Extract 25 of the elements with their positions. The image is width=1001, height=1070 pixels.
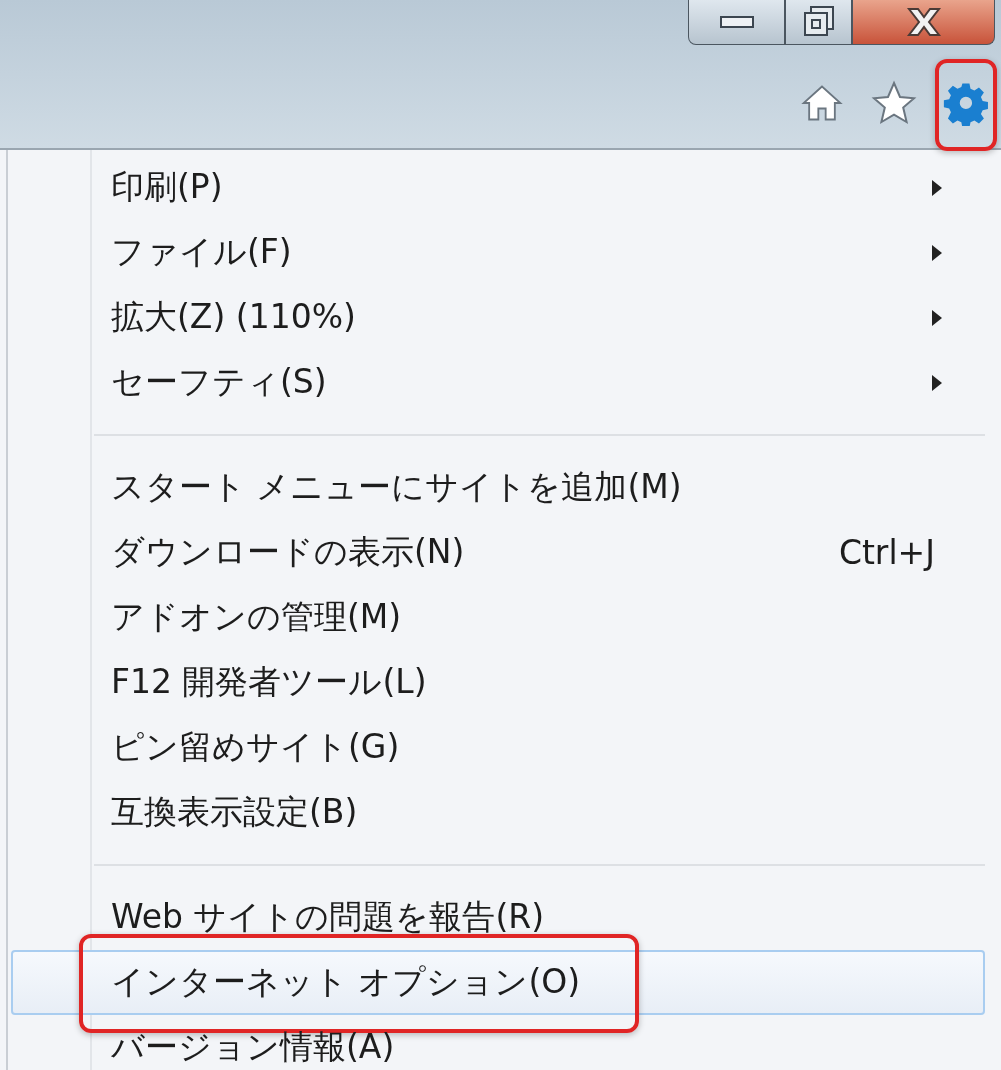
menu-item[interactable]: 拡大(Z) (110%) xyxy=(11,285,985,350)
restore-button[interactable] xyxy=(785,0,852,45)
menu-item[interactable]: アドオンの管理(M) xyxy=(11,585,985,650)
menu-item[interactable]: ダウンロードの表示(N) Ctrl+J xyxy=(11,520,985,585)
submenu-arrow-icon xyxy=(931,178,943,197)
close-icon xyxy=(905,7,942,37)
shortcut-label: Ctrl+J xyxy=(838,533,935,572)
minimize-button[interactable] xyxy=(688,0,785,45)
menu-item[interactable]: ファイル(F) xyxy=(11,220,985,285)
menu-item[interactable]: バージョン情報(A) xyxy=(11,1015,985,1070)
close-button[interactable] xyxy=(852,0,995,45)
minimize-icon xyxy=(719,15,754,29)
menu-item[interactable]: ピン留めサイト(G) xyxy=(11,715,985,780)
menu-item[interactable]: Web サイトの問題を報告(R) xyxy=(11,885,985,950)
submenu-arrow-icon xyxy=(931,243,943,262)
menu-item[interactable]: セーフティ(S) xyxy=(11,350,985,415)
star-icon xyxy=(870,79,918,127)
restore-icon xyxy=(801,5,836,39)
menu-item[interactable]: 印刷(P) xyxy=(11,155,985,220)
menu-item[interactable]: スタート メニューにサイトを追加(M) xyxy=(11,455,985,520)
menu-item[interactable]: F12 開発者ツール(L) xyxy=(11,650,985,715)
menu-item[interactable]: 互換表示設定(B) xyxy=(11,780,985,845)
menu-item[interactable]: インターネット オプション(O) xyxy=(11,950,985,1015)
submenu-arrow-icon xyxy=(931,308,943,327)
submenu-arrow-icon xyxy=(931,373,943,392)
